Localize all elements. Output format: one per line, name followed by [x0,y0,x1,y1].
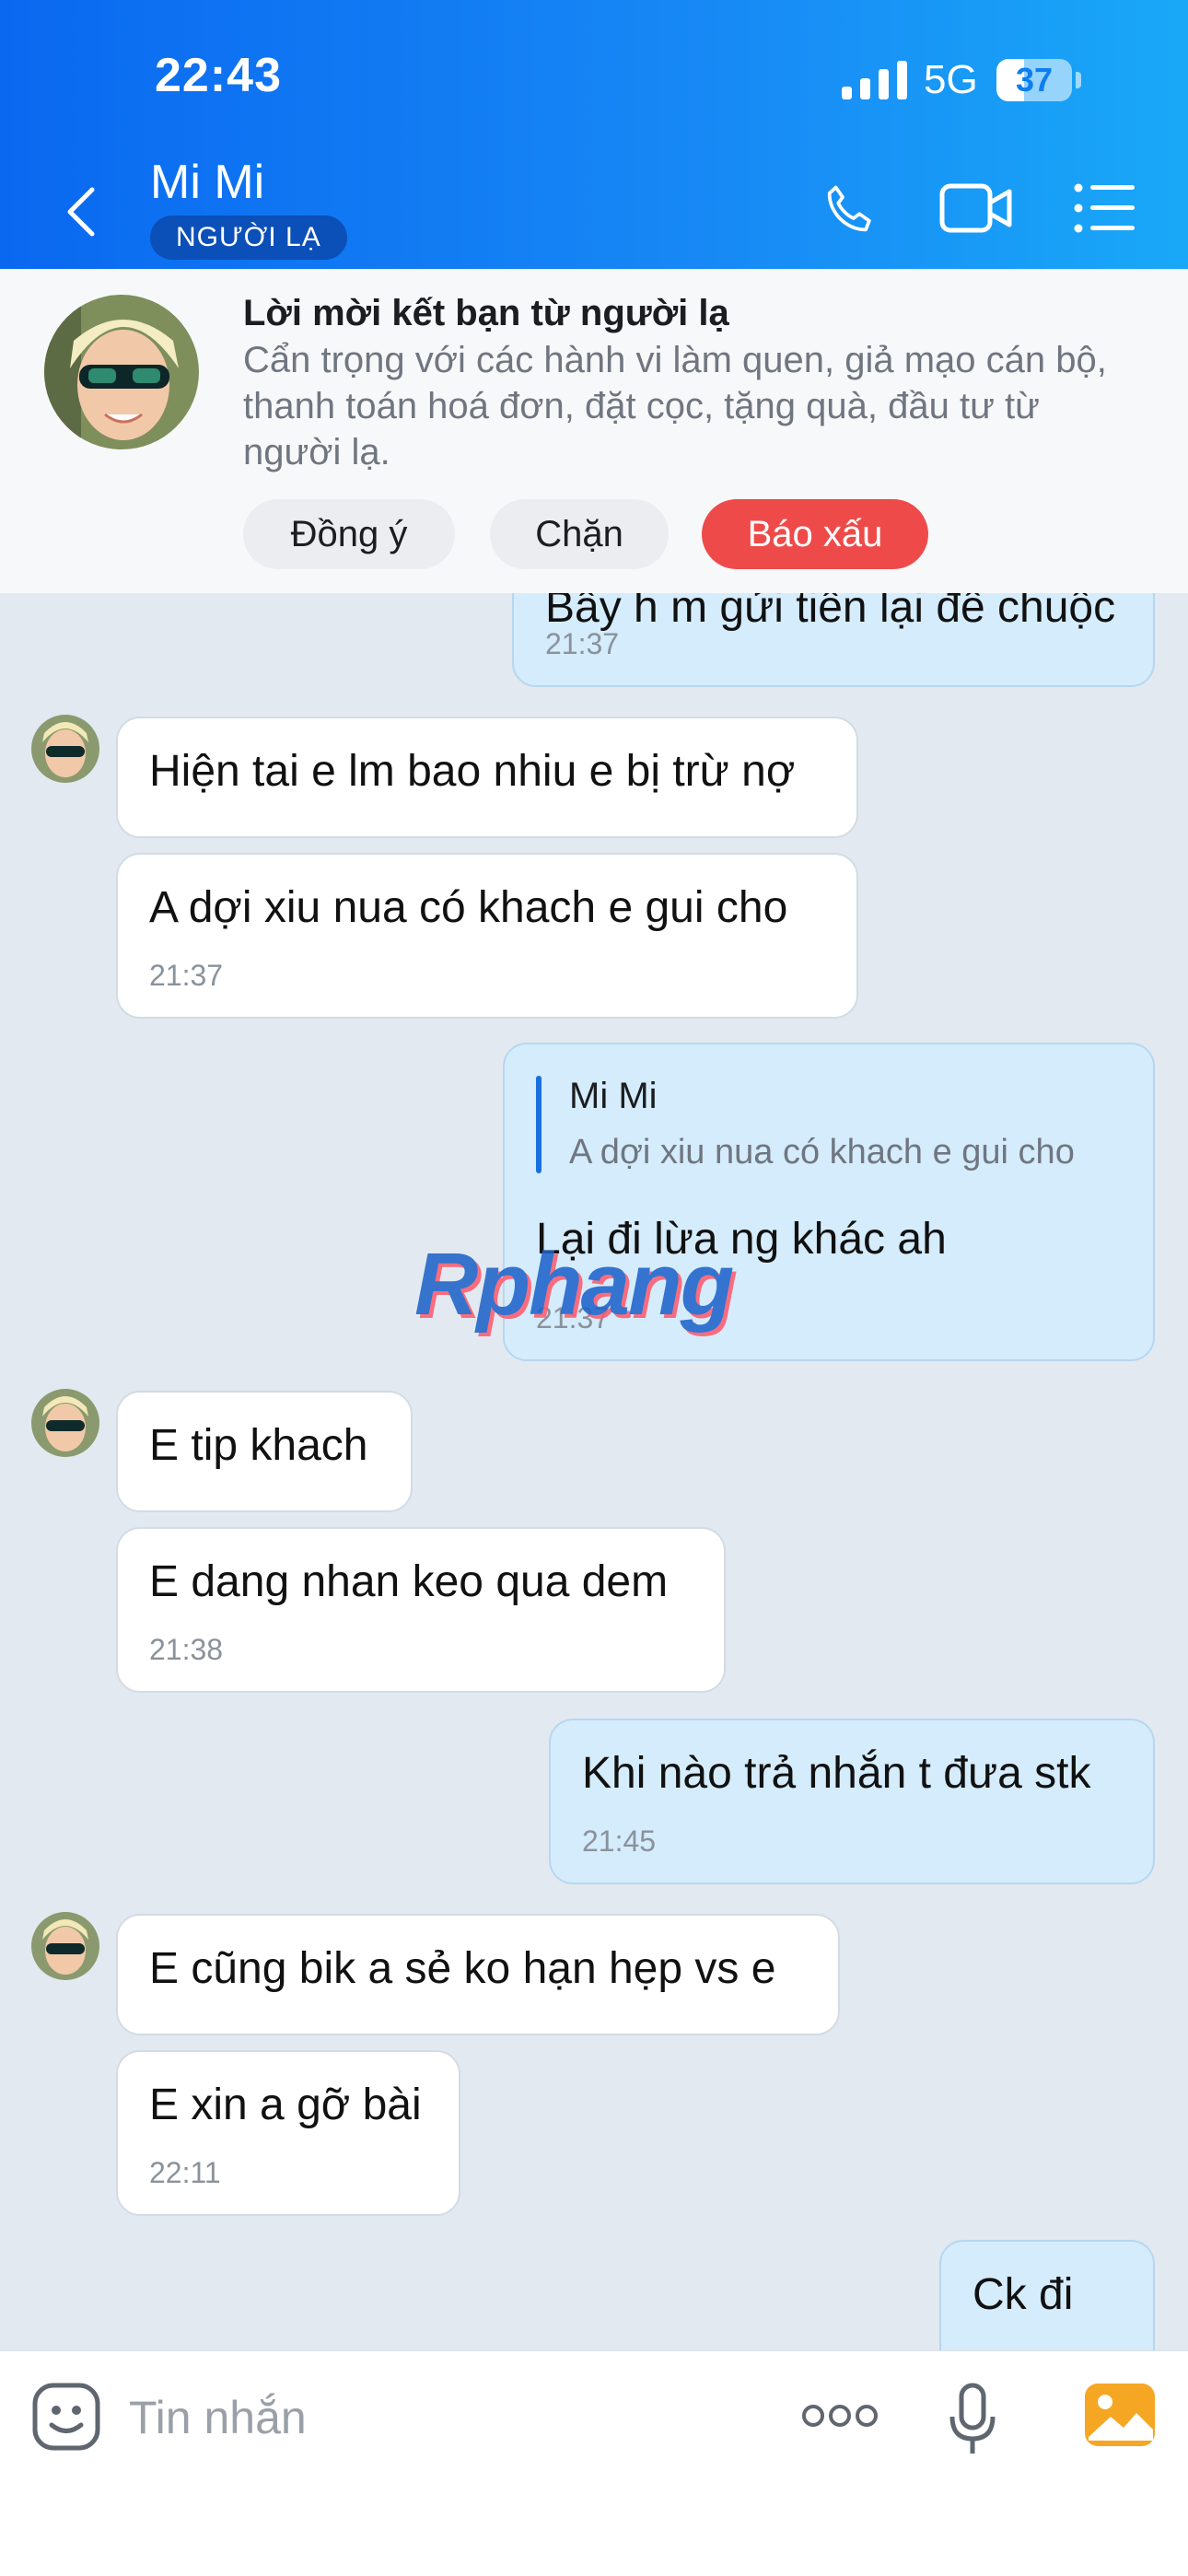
message-time: 21:45 [582,1824,657,1858]
message-bubble-incoming[interactable]: E xin a gỡ bài 22:11 [116,2050,460,2216]
battery-tip [1076,72,1081,88]
video-call-icon[interactable] [939,181,1013,236]
contact-name[interactable]: Mi Mi [150,155,264,210]
message-text: E tip khach [149,1421,368,1470]
avatar[interactable] [31,1912,99,1980]
message-time: 22:11 [149,2156,221,2189]
message-text: E dang nhan keo qua dem [149,1557,669,1606]
network-type: 5G [924,57,978,102]
signal-icon [842,61,907,99]
message-bubble-incoming[interactable]: E tip khach [116,1391,413,1512]
block-button[interactable]: Chặn [490,499,669,569]
avatar-large[interactable] [44,295,199,449]
avatar[interactable] [31,1389,99,1457]
banner-title: Lời mời kết bạn từ người lạ [243,293,729,333]
status-time: 22:43 [155,49,282,102]
message-text: Hiện tai e lm bao nhiu e bị trừ nợ [149,747,796,796]
menu-list-icon[interactable] [1074,182,1136,234]
microphone-icon[interactable] [949,2382,996,2457]
message-bubble-incoming[interactable]: A dợi xiu nua có khach e gui cho 21:37 [116,853,858,1019]
stranger-badge: NGƯỜI LẠ [150,216,347,260]
message-input[interactable]: Tin nhắn [129,2391,307,2444]
message-time: 21:38 [149,1633,224,1666]
message-bubble-incoming[interactable]: E cũng bik a sẻ ko hạn hẹp vs e [116,1914,840,2035]
message-time: 21:37 [149,959,224,992]
back-icon[interactable] [63,184,99,239]
message-text: A dợi xiu nua có khach e gui cho [149,883,788,932]
message-text: Khi nào trả nhắn t đưa stk [582,1749,1091,1798]
image-gallery-icon[interactable] [1083,2382,1157,2448]
chat-header: 22:43 5G 37 Mi Mi NGƯỜI LẠ [0,0,1188,269]
accept-button[interactable]: Đồng ý [243,499,455,569]
message-text: Ck đi [973,2270,1074,2319]
sticker-icon[interactable] [31,2382,101,2452]
avatar[interactable] [31,715,99,783]
message-bubble-outgoing[interactable]: Khi nào trả nhắn t đưa stk 21:45 [549,1719,1155,1884]
message-input-bar [0,2350,1188,2576]
message-bubble-incoming[interactable]: Hiện tai e lm bao nhiu e bị trừ nợ [116,717,858,838]
more-options-icon[interactable] [801,2402,879,2430]
quote-name: Mi Mi [569,1076,658,1116]
report-button[interactable]: Báo xấu [702,499,928,569]
battery-level: 37 [1015,61,1054,99]
watermark-logo: Rphang [414,1235,734,1334]
battery-icon: 37 [996,59,1072,101]
message-bubble-incoming[interactable]: E dang nhan keo qua dem 21:38 [116,1527,726,1693]
message-time: 21:37 [545,627,620,660]
quote-bar [536,1076,542,1173]
quote-text: A dợi xiu nua có khach e gui cho [569,1133,1075,1171]
message-text: E xin a gỡ bài [149,2081,422,2129]
message-text: E cũng bik a sẻ ko hạn hẹp vs e [149,1944,776,1993]
phone-icon[interactable] [820,181,879,239]
banner-text: Cẩn trọng với các hành vi làm quen, giả … [243,340,1107,472]
